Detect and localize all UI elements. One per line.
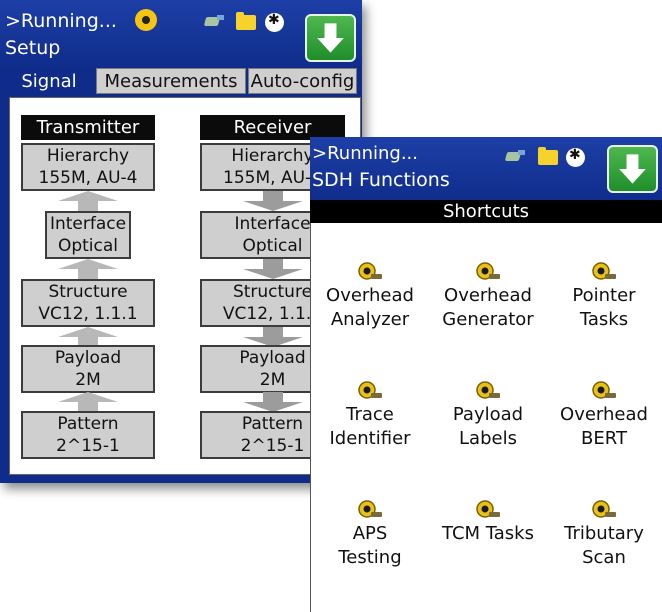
- shortcut-trace-identifier[interactable]: Trace Identifier: [311, 380, 429, 480]
- arrow-up-icon: [45, 327, 131, 347]
- tx-hierarchy-block[interactable]: Hierarchy 155M, AU-4: [21, 143, 155, 191]
- block-name: Payload: [54, 348, 122, 368]
- page-title: Setup: [5, 37, 61, 59]
- fan-icon: [135, 9, 157, 31]
- shortcut-label: Overhead BERT: [560, 404, 648, 449]
- block-name: Hierarchy: [46, 146, 130, 166]
- tx-payload-block[interactable]: Payload 2M: [21, 345, 155, 393]
- shortcut-label: APS Testing: [338, 523, 402, 568]
- folder-icon: [538, 147, 558, 165]
- key-icon: [592, 262, 616, 280]
- shortcuts-heading: Shortcuts: [310, 200, 662, 223]
- shortcut-label: TCM Tasks: [442, 523, 534, 544]
- shortcuts-grid: Overhead Analyzer Overhead Generator Poi…: [310, 223, 662, 612]
- block-value: 2^15-1: [56, 436, 120, 456]
- folder-icon: [236, 12, 256, 30]
- plug-icon: [506, 149, 526, 165]
- shortcut-overhead-generator[interactable]: Overhead Generator: [429, 261, 547, 361]
- shortcut-payload-labels[interactable]: Payload Labels: [429, 380, 547, 480]
- plug-icon: [205, 14, 225, 30]
- shortcut-label: Pointer Tasks: [572, 285, 636, 330]
- shortcut-pointer-tasks[interactable]: Pointer Tasks: [545, 261, 662, 361]
- block-name: Interface: [49, 214, 127, 234]
- arrow-down-icon: [230, 327, 316, 347]
- setup-header: >Running... Setup: [0, 0, 362, 66]
- arrow-up-icon: [45, 259, 131, 279]
- shortcut-label: Tributary Scan: [564, 523, 644, 568]
- download-button[interactable]: [607, 145, 658, 193]
- key-icon: [476, 262, 500, 280]
- bluetooth-icon: [566, 147, 585, 167]
- key-icon: [358, 500, 382, 518]
- shortcut-overhead-analyzer[interactable]: Overhead Analyzer: [311, 261, 429, 361]
- bluetooth-icon: [265, 12, 284, 32]
- block-name: Pattern: [57, 414, 119, 434]
- setup-tabs: Signal Measurements Auto-config: [5, 68, 357, 94]
- block-value: Optical: [57, 236, 119, 256]
- arrow-down-icon: [230, 392, 316, 412]
- setup-screen: >Running... Setup Signal Measurements Au…: [0, 0, 362, 483]
- running-status: >Running...: [312, 143, 419, 164]
- arrow-down-icon: [230, 191, 316, 211]
- arrow-up-icon: [45, 191, 131, 211]
- key-icon: [476, 381, 500, 399]
- tab-measurements[interactable]: Measurements: [96, 68, 246, 94]
- download-button[interactable]: [305, 14, 356, 62]
- sdh-functions-screen: >Running... SDH Functions Shortcuts Over…: [310, 137, 662, 612]
- arrow-down-icon: [230, 259, 316, 279]
- block-value: VC12, 1.1.1: [38, 304, 138, 324]
- shortcut-label: Payload Labels: [452, 404, 524, 449]
- block-value: 2M: [75, 370, 101, 390]
- tx-pattern-block[interactable]: Pattern 2^15-1: [21, 411, 155, 459]
- tx-structure-block[interactable]: Structure VC12, 1.1.1: [21, 279, 155, 327]
- running-status: >Running...: [5, 10, 117, 32]
- shortcut-aps-testing[interactable]: APS Testing: [311, 499, 429, 599]
- arrow-up-icon: [45, 392, 131, 412]
- key-icon: [592, 500, 616, 518]
- shortcut-tcm-tasks[interactable]: TCM Tasks: [429, 499, 547, 599]
- shortcut-label: Overhead Generator: [442, 285, 534, 330]
- signal-panel: Transmitter Hierarchy 155M, AU-4 Interfa…: [9, 97, 361, 475]
- page-title: SDH Functions: [312, 169, 450, 191]
- key-icon: [592, 381, 616, 399]
- key-icon: [476, 500, 500, 518]
- shortcut-overhead-bert[interactable]: Overhead BERT: [545, 380, 662, 480]
- key-icon: [358, 381, 382, 399]
- transmitter-heading: Transmitter: [21, 115, 155, 140]
- down-arrow-icon: [317, 23, 344, 53]
- shortcut-label: Trace Identifier: [329, 404, 411, 449]
- tab-signal[interactable]: Signal: [5, 68, 93, 94]
- shortcut-tributary-scan[interactable]: Tributary Scan: [545, 499, 662, 599]
- shortcut-label: Overhead Analyzer: [326, 285, 414, 330]
- sdh-header: >Running... SDH Functions: [310, 137, 662, 200]
- down-arrow-icon: [619, 154, 646, 184]
- tab-auto-config[interactable]: Auto-config: [248, 68, 357, 94]
- block-value: 155M, AU-4: [38, 168, 138, 188]
- block-name: Structure: [48, 282, 128, 302]
- key-icon: [358, 262, 382, 280]
- tx-interface-block[interactable]: Interface Optical: [45, 211, 131, 259]
